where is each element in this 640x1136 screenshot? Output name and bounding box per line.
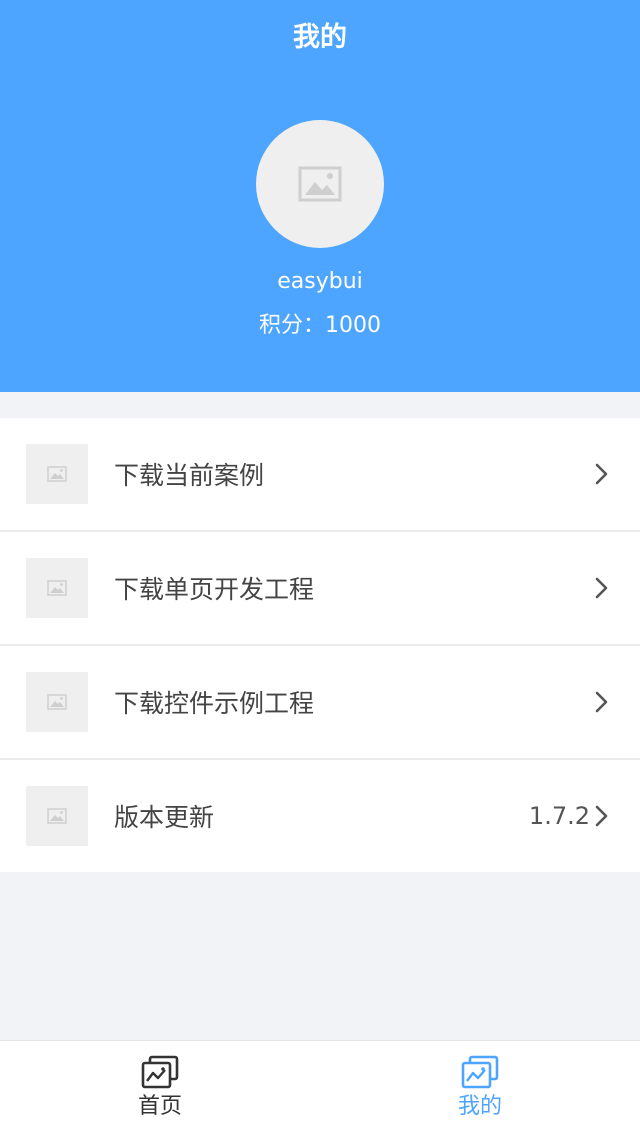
picture-frame-icon (141, 1055, 179, 1089)
chevron-right-icon (595, 463, 608, 485)
list-item-label: 下载控件示例工程 (114, 689, 315, 718)
list-item-thumbnail (26, 444, 88, 504)
bottom-tab-bar: 首页 我的 (0, 1040, 640, 1136)
list-item-label: 版本更新 (114, 803, 215, 832)
picture-frame-icon (461, 1055, 499, 1089)
tab-label: 首页 (137, 1094, 182, 1119)
image-placeholder-icon (47, 466, 67, 482)
image-placeholder-icon (47, 580, 67, 596)
menu-list: 下载当前案例 下载单页开发工程 下载控件示例工程 版本更新 1.7.2 (0, 418, 640, 872)
profile-page: 我的 easybui 积分：1000 下载当前案例 下载单页开发工程 下载控件示… (0, 0, 640, 1136)
version-number: 1.7.2 (528, 802, 590, 830)
list-item-thumbnail (26, 786, 88, 846)
list-item-thumbnail (26, 558, 88, 618)
page-title: 我的 (293, 22, 347, 53)
image-placeholder-icon (298, 166, 342, 202)
image-placeholder-icon (47, 694, 67, 710)
username: easybui (277, 269, 363, 294)
list-item-label: 下载当前案例 (114, 461, 265, 490)
avatar[interactable] (256, 120, 384, 248)
chevron-right-icon (595, 577, 608, 599)
chevron-right-icon (595, 805, 608, 827)
chevron-right-icon (595, 691, 608, 713)
tab-mine[interactable]: 我的 (320, 1041, 640, 1136)
points-label: 积分：1000 (259, 313, 381, 338)
tab-label: 我的 (457, 1094, 502, 1119)
list-item-download-single-page[interactable]: 下载单页开发工程 (0, 532, 640, 646)
list-item-label: 下载单页开发工程 (114, 575, 315, 604)
profile-header: 我的 easybui 积分：1000 (0, 0, 640, 392)
list-item-download-current-case[interactable]: 下载当前案例 (0, 418, 640, 532)
list-item-thumbnail (26, 672, 88, 732)
list-item-version-update[interactable]: 版本更新 1.7.2 (0, 760, 640, 872)
image-placeholder-icon (47, 808, 67, 824)
list-item-download-control-examples[interactable]: 下载控件示例工程 (0, 646, 640, 760)
tab-home[interactable]: 首页 (0, 1041, 320, 1136)
